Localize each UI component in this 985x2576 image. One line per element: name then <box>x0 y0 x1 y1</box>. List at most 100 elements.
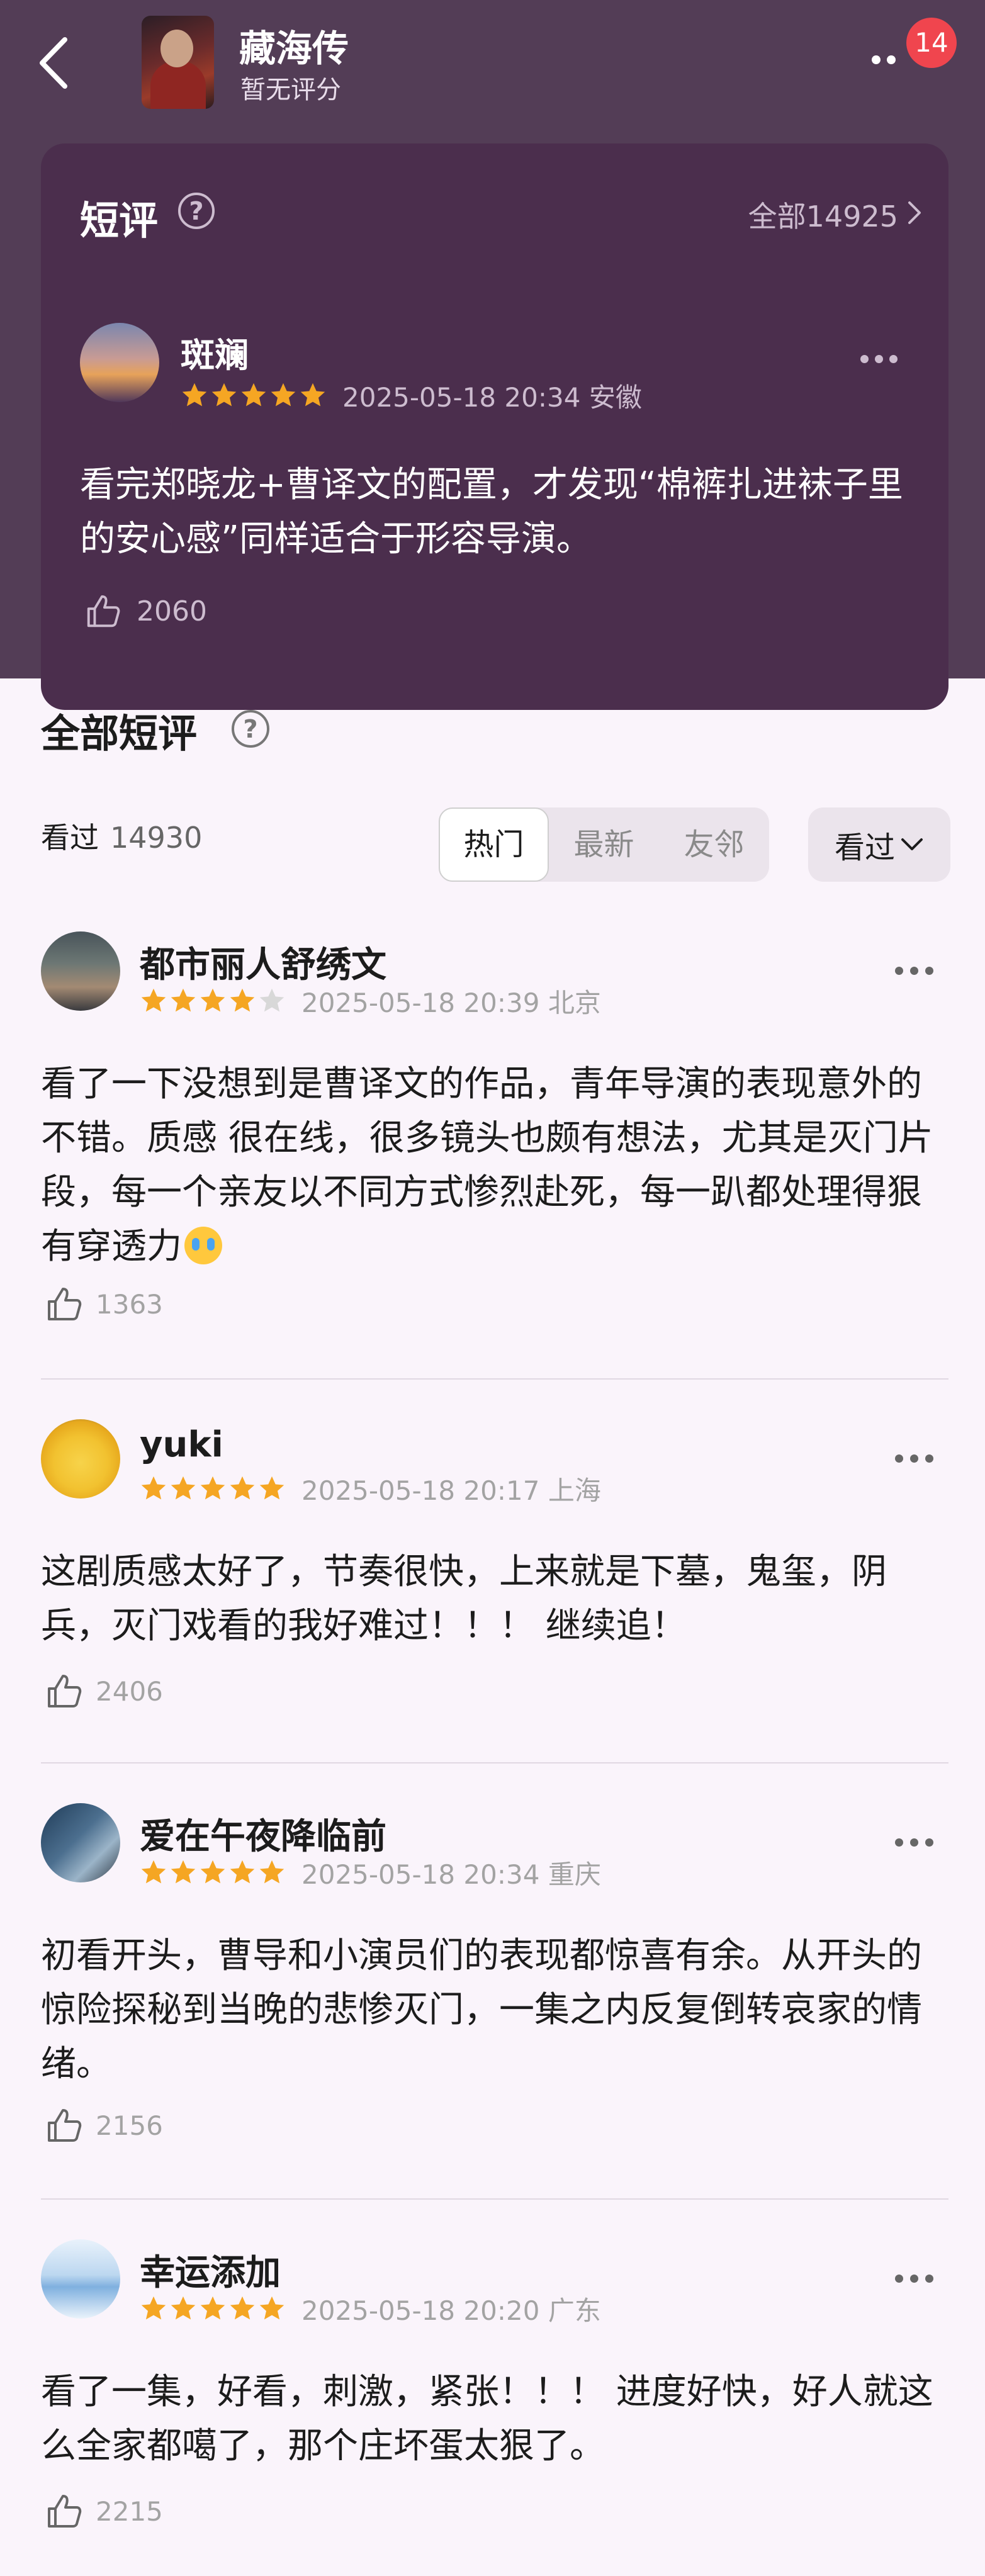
all-reviews-link[interactable]: 全部14925 <box>748 194 898 235</box>
star-filled-icon <box>230 1476 255 1500</box>
watched-count: 看过 14930 <box>41 815 202 857</box>
reviewer-name[interactable]: 斑斓 <box>181 327 249 377</box>
star-filled-icon <box>300 383 325 407</box>
divider <box>41 1762 948 1763</box>
star-filled-icon <box>211 383 237 407</box>
star-filled-icon <box>200 1860 225 1884</box>
count-value: 14930 <box>110 821 203 855</box>
star-filled-icon <box>259 1860 284 1884</box>
show-rating: 暂无评分 <box>240 76 341 104</box>
like-button[interactable]: 1363 <box>44 1284 163 1324</box>
like-count: 2215 <box>96 2495 163 2527</box>
review-item: 爱在午夜降临前 2025-05-18 20:34 重庆 初看开头，曹导和小演员们… <box>0 1803 985 2142</box>
chevron-right-icon[interactable] <box>907 200 922 225</box>
tab-latest[interactable]: 最新 <box>549 807 659 882</box>
avatar[interactable] <box>41 1419 120 1499</box>
avatar[interactable] <box>41 1803 120 1882</box>
review-text: 这剧质感太好了，节奏很快，上来就是下墓，鬼玺，阴兵，灭门戏看的我好难过！！！ 继… <box>41 1551 887 1646</box>
review-date: 2025-05-18 20:39 北京 <box>301 987 601 1018</box>
reviewer-name[interactable]: 爱在午夜降临前 <box>140 1808 386 1859</box>
review-meta: 2025-05-18 20:20 广东 <box>140 2291 601 2326</box>
star-filled-icon <box>171 2296 196 2320</box>
like-count: 2060 <box>137 595 207 627</box>
more-options-icon[interactable] <box>895 967 934 977</box>
star-rating <box>140 2295 288 2322</box>
reviewer-name[interactable]: 都市丽人舒绣文 <box>140 936 386 987</box>
reviewer-name[interactable]: 幸运添加 <box>140 2244 281 2295</box>
star-rating <box>140 987 288 1015</box>
star-filled-icon <box>230 2296 255 2320</box>
like-count: 2156 <box>96 2110 163 2141</box>
review-text: 看了一集，好看，刺激，紧张！！！ 进度好快，好人就这么全家都噶了，那个庄坏蛋太狠… <box>41 2371 933 2466</box>
more-options-icon[interactable] <box>895 1838 934 1848</box>
star-rating <box>181 381 329 409</box>
more-options-icon[interactable] <box>895 2275 934 2285</box>
like-button[interactable]: 2060 <box>84 592 207 631</box>
top-panel: 藏海传 暂无评分 14 短评 ? 全部14925 斑斓 2025-05-18 2… <box>0 0 985 710</box>
divider <box>41 1378 948 1380</box>
star-filled-icon <box>200 2296 225 2320</box>
review-text: 看了一下没想到是曹译文的作品，青年导演的表现意外的不错。质感 很在线，很多镜头也… <box>41 1057 947 1274</box>
tab-hot[interactable]: 热门 <box>439 807 549 882</box>
star-rating <box>140 1475 288 1502</box>
thumbs-up-icon <box>48 2495 82 2528</box>
star-filled-icon <box>200 1476 225 1500</box>
star-filled-icon <box>230 988 255 1012</box>
star-filled-icon <box>271 383 296 407</box>
review-meta: 2025-05-18 20:39 北京 <box>140 983 601 1018</box>
review-item: 幸运添加 2025-05-18 20:20 广东 看了一集，好看，刺激，紧张！！… <box>0 2239 985 2567</box>
review-date: 2025-05-18 20:34 重庆 <box>301 1859 601 1890</box>
star-filled-icon <box>182 383 207 407</box>
show-poster[interactable] <box>142 16 214 109</box>
show-title[interactable]: 藏海传 <box>239 19 349 72</box>
crying-face-icon <box>184 1227 222 1264</box>
star-filled-icon <box>259 1476 284 1500</box>
star-filled-icon <box>259 2296 284 2320</box>
section-title: 全部短评 <box>41 711 198 756</box>
more-options-icon[interactable] <box>895 1454 934 1465</box>
like-button[interactable]: 2215 <box>44 2491 163 2531</box>
card-title: 短评 <box>80 198 159 244</box>
featured-review-card: 短评 ? 全部14925 斑斓 2025-05-18 20:34 安徽 看完郑晓… <box>41 143 948 710</box>
back-arrow-icon[interactable] <box>35 35 72 91</box>
avatar[interactable] <box>41 931 120 1011</box>
star-filled-icon <box>171 1860 196 1884</box>
review-item: 都市丽人舒绣文 2025-05-18 20:39 北京 看了一下没想到是曹译文的… <box>0 931 985 1372</box>
star-filled-icon <box>200 988 225 1012</box>
star-filled-icon <box>230 1860 255 1884</box>
thumbs-up-icon <box>48 2109 82 2142</box>
star-filled-icon <box>141 2296 166 2320</box>
help-icon[interactable]: ? <box>232 710 269 748</box>
more-options-icon[interactable] <box>860 355 898 365</box>
count-label: 看过 <box>41 821 99 855</box>
like-count: 2406 <box>96 1675 163 1707</box>
star-empty-icon <box>259 988 284 1012</box>
notification-badge[interactable]: 14 <box>906 18 957 68</box>
sort-tabs: 热门 最新 友邻 <box>439 807 769 882</box>
like-button[interactable]: 2406 <box>44 1671 163 1711</box>
help-icon[interactable]: ? <box>178 193 215 229</box>
review-date: 2025-05-18 20:20 广东 <box>301 2295 601 2326</box>
review-date: 2025-05-18 20:17 上海 <box>301 1475 601 1506</box>
star-rating <box>140 1859 288 1886</box>
more-menu-icon[interactable] <box>872 55 909 65</box>
header-bar: 藏海传 暂无评分 14 <box>0 0 985 126</box>
like-button[interactable]: 2156 <box>44 2105 163 2146</box>
filter-dropdown[interactable]: 看过 <box>808 807 950 882</box>
review-meta: 2025-05-18 20:34 重庆 <box>140 1855 601 1890</box>
review-meta: 2025-05-18 20:34 安徽 <box>181 378 642 413</box>
star-filled-icon <box>141 1476 166 1500</box>
review-text: 初看开头，曹导和小演员们的表现都惊喜有余。从开头的惊险探秘到当晚的悲惨灭门，一集… <box>41 1935 922 2084</box>
review-text: 看完郑晓龙+曹译文的配置，才发现“棉裤扎进袜子里的安心感”同样适合于形容导演。 <box>80 464 903 560</box>
reviewer-name[interactable]: yuki <box>140 1424 223 1465</box>
filter-label: 看过 <box>834 830 895 865</box>
review-text-content: 看了一下没想到是曹译文的作品，青年导演的表现意外的不错。质感 很在线，很多镜头也… <box>41 1064 933 1267</box>
tab-friends[interactable]: 友邻 <box>659 807 769 882</box>
avatar[interactable] <box>80 323 159 402</box>
review-item: yuki 2025-05-18 20:17 上海 这剧质感太好了，节奏很快，上来… <box>0 1419 985 1746</box>
star-filled-icon <box>171 988 196 1012</box>
star-filled-icon <box>141 988 166 1012</box>
avatar[interactable] <box>41 2239 120 2319</box>
thumbs-up-icon <box>87 595 120 627</box>
chevron-down-icon <box>901 838 923 850</box>
